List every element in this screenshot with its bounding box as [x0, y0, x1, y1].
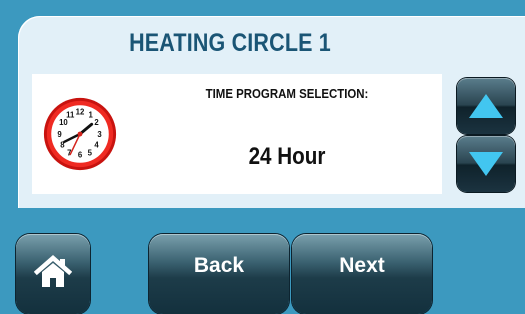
svg-text:3: 3 — [97, 130, 102, 139]
svg-text:12: 12 — [76, 108, 85, 117]
svg-text:9: 9 — [57, 130, 62, 139]
arrow-up-icon — [469, 94, 503, 118]
setting-value: 24 Hour — [248, 143, 326, 170]
next-button-label: Next — [339, 254, 385, 277]
back-button[interactable]: Back — [149, 234, 289, 314]
svg-text:6: 6 — [78, 150, 83, 159]
home-button[interactable] — [16, 234, 90, 314]
svg-text:1: 1 — [89, 110, 94, 119]
back-button-label: Back — [193, 254, 245, 277]
svg-text:5: 5 — [88, 148, 93, 157]
decrease-button[interactable] — [457, 136, 515, 192]
svg-text:10: 10 — [59, 118, 68, 127]
increase-button[interactable] — [457, 78, 515, 134]
svg-text:4: 4 — [94, 141, 99, 150]
svg-text:11: 11 — [66, 110, 75, 119]
setting-label: TIME PROGRAM SELECTION: — [205, 86, 369, 101]
clock-icon: 12 1 2 3 4 5 6 7 8 9 10 11 — [43, 97, 117, 171]
arrow-down-icon — [469, 152, 503, 176]
home-icon — [34, 255, 72, 287]
page-title: HEATING CIRCLE 1 — [129, 28, 331, 57]
svg-text:2: 2 — [94, 118, 99, 127]
next-button[interactable]: Next — [292, 234, 432, 314]
